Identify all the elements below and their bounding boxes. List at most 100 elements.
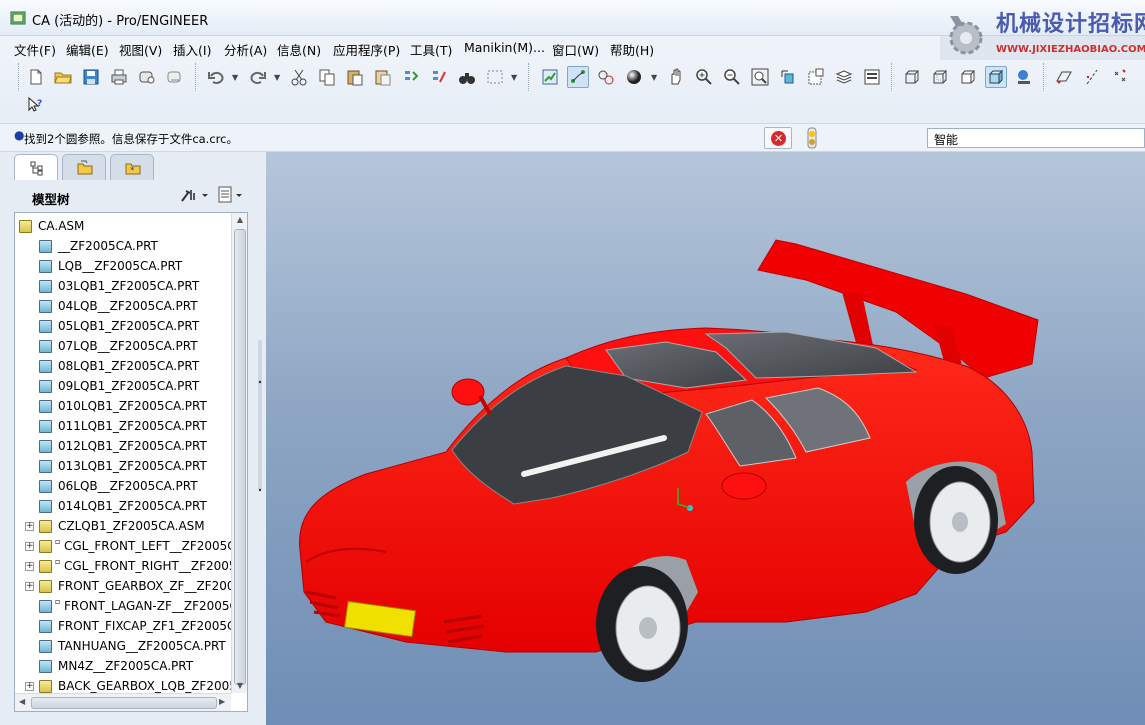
view-manager-icon[interactable]	[861, 66, 883, 88]
zoom-out-icon[interactable]	[721, 66, 743, 88]
menu-applications[interactable]: 应用程序(P)	[333, 40, 400, 59]
tree-item[interactable]: MN4Z__ZF2005CA.PRT	[15, 657, 231, 677]
tree-item[interactable]: 08LQB1_ZF2005CA.PRT	[15, 357, 231, 377]
tree-item[interactable]: LQB__ZF2005CA.PRT	[15, 257, 231, 277]
repaint-icon[interactable]	[539, 66, 561, 88]
datum-points-icon[interactable]	[1109, 66, 1131, 88]
tree-item[interactable]: 013LQB1_ZF2005CA.PRT	[15, 457, 231, 477]
paste-special-icon[interactable]	[372, 66, 394, 88]
tree-item[interactable]: TANHUANG__ZF2005CA.PRT	[15, 637, 231, 657]
menu-insert[interactable]: 插入(I)	[173, 40, 211, 59]
orient-mode-icon[interactable]	[567, 66, 589, 88]
tree-show-button[interactable]	[216, 185, 248, 205]
tree-item[interactable]: 011LQB1_ZF2005CA.PRT	[15, 417, 231, 437]
tree-item[interactable]: FRONT_FIXCAP_ZF1_ZF2005CA	[15, 617, 231, 637]
tree-vertical-scrollbar[interactable]: ▲ ▼	[231, 213, 247, 693]
shaded-icon[interactable]	[985, 66, 1007, 88]
regenerate-icon[interactable]	[400, 66, 422, 88]
send-mail-icon[interactable]	[136, 66, 158, 88]
shading-dropdown-icon[interactable]: ▼	[651, 73, 657, 82]
tree-item[interactable]: 09LQB1_ZF2005CA.PRT	[15, 377, 231, 397]
tree-item[interactable]: ▫ FRONT_LAGAN-ZF__ZF2005C	[15, 597, 231, 617]
tree-hscroll-thumb[interactable]	[31, 697, 217, 709]
tree-item[interactable]: + ▫ CGL_FRONT_RIGHT__ZF2005	[15, 557, 231, 577]
layers-icon[interactable]	[833, 66, 855, 88]
menu-edit[interactable]: 编辑(E)	[66, 40, 109, 59]
cut-icon[interactable]	[288, 66, 310, 88]
spin-center-icon[interactable]	[595, 66, 617, 88]
scroll-down-icon[interactable]: ▼	[234, 681, 246, 693]
send-link-icon[interactable]	[164, 66, 186, 88]
menu-view[interactable]: 视图(V)	[119, 40, 162, 59]
zoom-in-icon[interactable]	[693, 66, 715, 88]
menu-window[interactable]: 窗口(W)	[552, 40, 599, 59]
undo-dropdown-icon[interactable]: ▼	[232, 73, 238, 82]
tab-folder-browser[interactable]	[62, 154, 106, 180]
copy-icon[interactable]	[316, 66, 338, 88]
scroll-left-icon[interactable]: ◀	[19, 697, 25, 706]
reorient-icon[interactable]	[777, 66, 799, 88]
panel-splitter[interactable]	[256, 150, 264, 570]
tree-item[interactable]: __ZF2005CA.PRT	[15, 237, 231, 257]
new-file-icon[interactable]	[25, 66, 47, 88]
menu-analysis[interactable]: 分析(A)	[224, 40, 267, 59]
tree-item[interactable]: 05LQB1_ZF2005CA.PRT	[15, 317, 231, 337]
scroll-up-icon[interactable]: ▲	[234, 215, 246, 227]
undo-icon[interactable]	[205, 66, 227, 88]
regen-manager-icon[interactable]	[428, 66, 450, 88]
menu-manikin[interactable]: Manikin(M)...	[464, 40, 545, 55]
menu-info[interactable]: 信息(N)	[277, 40, 321, 59]
tab-favorites[interactable]: *	[110, 154, 154, 180]
tree-item[interactable]: + FRONT_GEARBOX_ZF__ZF2005	[15, 577, 231, 597]
tree-item[interactable]: 03LQB1_ZF2005CA.PRT	[15, 277, 231, 297]
tree-item[interactable]: 06LQB__ZF2005CA.PRT	[15, 477, 231, 497]
assembly-icon	[39, 520, 52, 533]
select-box-icon[interactable]	[484, 66, 506, 88]
expand-toggle-icon[interactable]: +	[25, 522, 34, 531]
tree-root-item[interactable]: CA.ASM	[15, 217, 231, 237]
tree-item[interactable]: + CZLQB1_ZF2005CA.ASM	[15, 517, 231, 537]
expand-toggle-icon[interactable]: +	[25, 582, 34, 591]
expand-toggle-icon[interactable]: +	[25, 682, 34, 691]
stop-regeneration-button[interactable]: ✕	[764, 127, 792, 149]
package-flag-icon: ▫	[55, 537, 61, 546]
refit-icon[interactable]	[749, 66, 771, 88]
tree-vscroll-thumb[interactable]	[234, 229, 246, 685]
scroll-right-icon[interactable]: ▶	[219, 697, 225, 706]
tree-item[interactable]: + ▫ CGL_FRONT_LEFT__ZF2005CA	[15, 537, 231, 557]
redo-dropdown-icon[interactable]: ▼	[274, 73, 280, 82]
open-folder-icon[interactable]	[52, 66, 74, 88]
tree-horizontal-scrollbar[interactable]: ◀ ▶	[15, 693, 231, 711]
datum-planes-icon[interactable]	[1053, 66, 1075, 88]
expand-toggle-icon[interactable]: +	[25, 562, 34, 571]
shading-sphere-icon[interactable]	[623, 66, 645, 88]
saved-views-icon[interactable]	[805, 66, 827, 88]
tree-item[interactable]: 010LQB1_ZF2005CA.PRT	[15, 397, 231, 417]
paste-icon[interactable]	[344, 66, 366, 88]
save-icon[interactable]	[80, 66, 102, 88]
datum-axes-icon[interactable]	[1081, 66, 1103, 88]
appearance-icon[interactable]	[1013, 66, 1035, 88]
tree-item[interactable]: 04LQB__ZF2005CA.PRT	[15, 297, 231, 317]
print-icon[interactable]	[108, 66, 130, 88]
tree-item[interactable]: 014LQB1_ZF2005CA.PRT	[15, 497, 231, 517]
tree-item[interactable]: 07LQB__ZF2005CA.PRT	[15, 337, 231, 357]
tree-item[interactable]: 012LQB1_ZF2005CA.PRT	[15, 437, 231, 457]
redo-icon[interactable]	[247, 66, 269, 88]
tree-item-label: 011LQB1_ZF2005CA.PRT	[58, 419, 207, 433]
expand-toggle-icon[interactable]: +	[25, 542, 34, 551]
select-dropdown-icon[interactable]: ▼	[511, 73, 517, 82]
selection-filter-select[interactable]: 智能	[927, 128, 1145, 148]
hidden-line-icon[interactable]	[929, 66, 951, 88]
tree-settings-button[interactable]	[178, 185, 210, 205]
menu-help[interactable]: 帮助(H)	[610, 40, 654, 59]
wireframe-icon[interactable]	[901, 66, 923, 88]
find-binoculars-icon[interactable]	[456, 66, 478, 88]
pan-hand-icon[interactable]	[665, 66, 687, 88]
tab-model-tree[interactable]	[14, 154, 58, 180]
context-help-icon[interactable]: ?	[24, 94, 46, 116]
menu-tools[interactable]: 工具(T)	[410, 40, 452, 59]
menu-file[interactable]: 文件(F)	[14, 40, 56, 59]
no-hidden-icon[interactable]	[957, 66, 979, 88]
graphics-window[interactable]	[266, 152, 1145, 725]
